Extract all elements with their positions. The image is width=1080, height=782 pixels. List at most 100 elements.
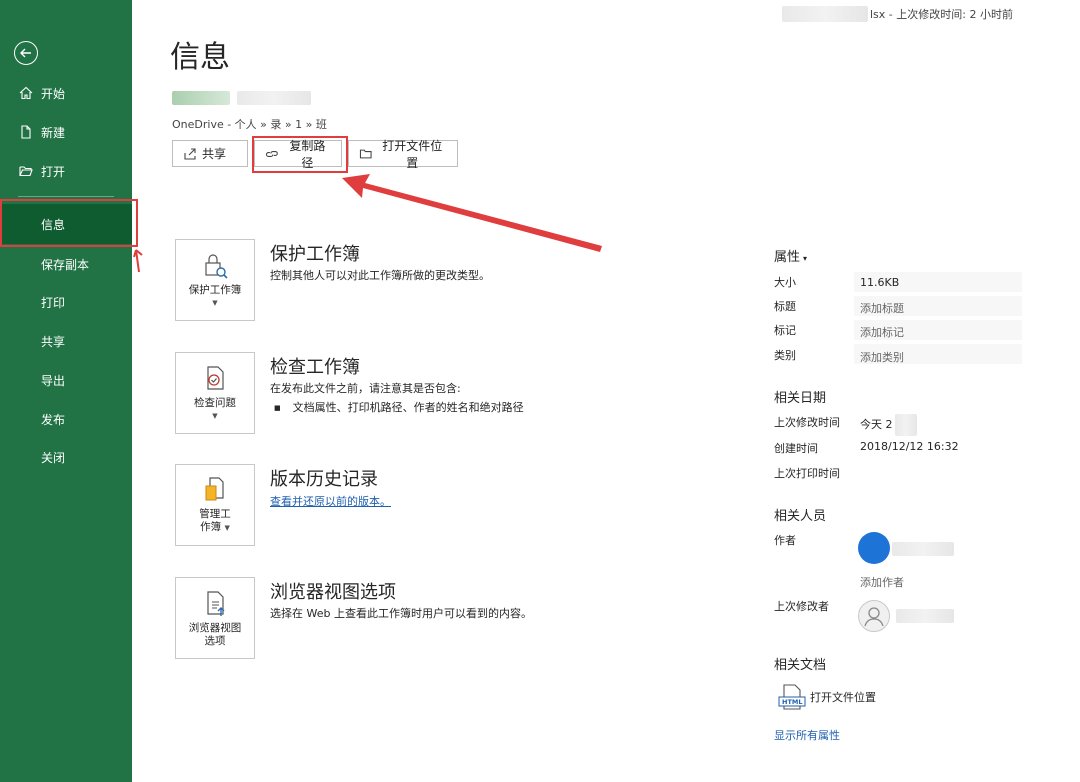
inspect-workbook-title: 检查工作簿 — [270, 357, 360, 378]
protect-workbook-desc: 控制其他人可以对此工作簿所做的更改类型。 — [270, 269, 490, 282]
nav-new-label: 新建 — [41, 125, 66, 140]
back-button[interactable] — [14, 41, 38, 65]
browser-view-desc: 选择在 Web 上查看此工作簿时用户可以看到的内容。 — [270, 607, 532, 620]
nav-open-label: 打开 — [41, 164, 66, 179]
file-actions: 共享 复制路径 打开文件位置 — [172, 139, 464, 170]
share-icon — [184, 147, 196, 160]
size-value: 11.6KB — [860, 276, 900, 289]
html-document-icon — [778, 684, 806, 710]
last-modified-value: 今天 2 — [860, 414, 917, 436]
nav-info-label: 信息 — [41, 217, 66, 232]
annotation-arrow — [342, 174, 602, 252]
back-arrow-icon — [20, 48, 31, 58]
manage-workbook-button[interactable]: 管理工 作簿 ▼ — [175, 464, 255, 546]
chevron-down-icon: ▾ — [803, 254, 808, 263]
tags-input[interactable]: 添加标记 — [860, 324, 904, 340]
last-modified-by-label: 上次修改者 — [774, 600, 829, 613]
nav-export[interactable]: 导出 — [0, 364, 132, 396]
last-printed-label: 上次打印时间 — [774, 467, 840, 480]
folder-open-icon — [19, 166, 33, 177]
nav-share-label: 共享 — [41, 334, 66, 349]
manage-versions-icon — [205, 477, 224, 501]
share-button[interactable]: 共享 — [172, 140, 248, 167]
nav-share[interactable]: 共享 — [0, 325, 132, 357]
page-title: 信息 — [170, 40, 230, 75]
author-avatar[interactable] — [858, 532, 890, 564]
share-button-label: 共享 — [202, 147, 227, 161]
doc-status: lsx - 上次修改时间: 2 小时前 — [782, 6, 1013, 22]
nav-close-label: 关闭 — [41, 450, 66, 465]
view-restore-versions-link[interactable]: 查看并还原以前的版本。 — [270, 493, 391, 509]
nav-save-copy-label: 保存副本 — [41, 257, 90, 272]
size-label: 大小 — [774, 276, 796, 289]
title-input[interactable]: 添加标题 — [860, 300, 904, 316]
copy-path-label: 复制路径 — [289, 138, 326, 170]
dropdown-caret-icon: ▼ — [212, 298, 218, 307]
doc-status-text: lsx - 上次修改时间: 2 小时前 — [870, 8, 1013, 21]
category-input[interactable]: 添加类别 — [860, 349, 904, 365]
person-icon — [864, 607, 884, 627]
title-label: 标题 — [774, 300, 796, 313]
inspect-bullet: ■ 文档属性、打印机路径、作者的姓名和绝对路径 — [274, 399, 524, 415]
nav-save-copy[interactable]: 保存副本 — [0, 248, 132, 280]
inspect-document-icon — [207, 365, 224, 390]
open-file-location-label: 打开文件位置 — [810, 691, 876, 704]
nav-open[interactable]: 打开 — [0, 155, 132, 187]
nav-print[interactable]: 打印 — [0, 286, 132, 318]
blurred-filename — [782, 6, 868, 22]
manage-workbook-label-2: 作簿 ▼ — [200, 521, 230, 533]
link-icon — [265, 150, 278, 157]
blurred-document-name — [172, 90, 312, 109]
document-path: OneDrive - 个人 » 录 » 1 » 班 — [172, 118, 327, 131]
dropdown-caret-icon: ▼ — [224, 524, 230, 532]
related-people-heading: 相关人员 — [774, 509, 827, 524]
manage-workbook-label-1: 管理工 — [199, 508, 231, 520]
inspect-workbook-desc: 在发布此文件之前，请注意其是否包含: — [270, 382, 461, 395]
protect-workbook-title: 保护工作簿 — [270, 244, 360, 265]
protect-workbook-button[interactable]: 保护工作簿 ▼ — [175, 239, 255, 321]
category-label: 类别 — [774, 349, 796, 362]
lock-search-icon — [205, 253, 228, 279]
add-author-input[interactable]: 添加作者 — [860, 574, 904, 590]
folder-icon — [359, 149, 372, 158]
browser-view-options-button[interactable]: 浏览器视图 选项 — [175, 577, 255, 659]
check-issues-button[interactable]: 检查问题 ▼ — [175, 352, 255, 434]
blurred-author-name — [892, 542, 954, 556]
annotation-arrow-small — [133, 249, 143, 273]
nav-publish[interactable]: 发布 — [0, 403, 132, 435]
nav-home-label: 开始 — [41, 86, 66, 101]
bullet-icon: ■ — [274, 404, 281, 412]
new-document-icon — [21, 125, 31, 139]
nav-info[interactable]: 信息 — [0, 204, 132, 244]
tags-label: 标记 — [774, 324, 796, 337]
open-file-location-link[interactable]: HTML 打开文件位置 — [778, 683, 876, 711]
nav-close[interactable]: 关闭 — [0, 441, 132, 473]
blurred-modifier-name — [896, 609, 954, 623]
nav-publish-label: 发布 — [41, 412, 66, 427]
browser-view-icon — [207, 590, 225, 616]
dropdown-caret-icon: ▼ — [212, 411, 218, 420]
html-badge-text: HTML — [782, 698, 803, 706]
open-file-location-button[interactable]: 打开文件位置 — [348, 139, 458, 170]
nav-print-label: 打印 — [41, 295, 66, 310]
browser-view-label-2: 选项 — [204, 634, 226, 647]
inspect-bullet-text: 文档属性、打印机路径、作者的姓名和绝对路径 — [292, 401, 524, 414]
show-all-properties-link[interactable]: 显示所有属性 — [774, 727, 840, 743]
nav-home[interactable]: 开始 — [0, 77, 132, 109]
check-issues-button-label: 检查问题 — [194, 396, 236, 409]
related-dates-heading: 相关日期 — [774, 391, 827, 406]
home-icon — [19, 86, 33, 100]
open-location-label: 打开文件位置 — [382, 138, 443, 170]
browser-view-label-1: 浏览器视图 — [188, 621, 242, 634]
copy-path-button[interactable]: 复制路径 — [254, 139, 342, 170]
created-label: 创建时间 — [774, 442, 818, 455]
properties-heading[interactable]: 属性 ▾ — [774, 246, 807, 265]
nav-export-label: 导出 — [41, 373, 66, 388]
author-label: 作者 — [774, 534, 796, 547]
protect-workbook-button-label: 保护工作簿 — [188, 283, 242, 296]
version-history-title: 版本历史记录 — [270, 469, 378, 490]
backstage-sidebar: 开始 新建 打开 信息 保存副本 打印 共享 导出 发布 关闭 — [0, 0, 132, 782]
nav-new[interactable]: 新建 — [0, 116, 132, 148]
blurred-time — [894, 414, 917, 436]
last-modified-by-avatar[interactable] — [858, 600, 890, 632]
